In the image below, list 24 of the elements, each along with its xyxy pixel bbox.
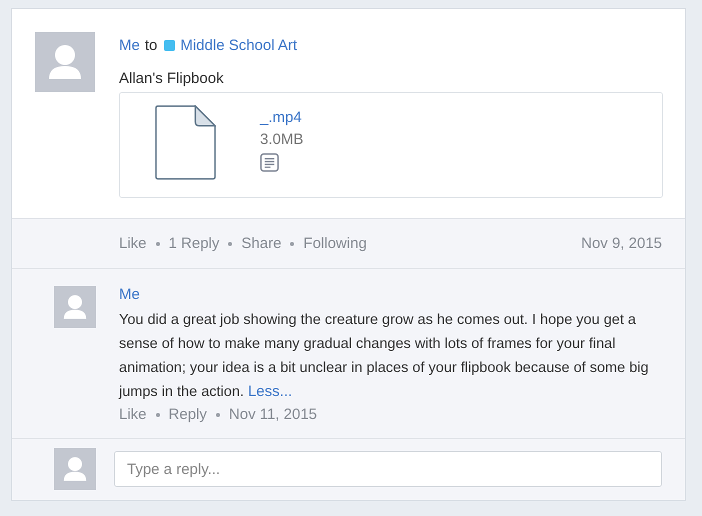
- reply-field[interactable]: Type a reply...: [114, 451, 662, 487]
- comment-text: You did a great job showing the creature grow as he comes out. I hope you get a sense of how to make many gradual changes with lots of frames for your final animation; your idea is a bit unclear in places of your flipbook because of some big jumps in the action. Less...: [119, 311, 650, 402]
- comment-date: Nov 11, 2015: [228, 406, 318, 423]
- document-icon[interactable]: [260, 153, 279, 172]
- action-link[interactable]: Following: [303, 235, 367, 252]
- action-link[interactable]: Like: [119, 235, 147, 252]
- comment-author-link[interactable]: Me: [119, 286, 140, 303]
- to-text: to: [144, 37, 158, 54]
- less-link[interactable]: Less...: [248, 383, 292, 400]
- group-link[interactable]: Middle School Art: [180, 37, 298, 54]
- file-size: 3.0MB: [260, 131, 304, 148]
- avatar-icon: [54, 448, 96, 490]
- avatar-icon: [54, 286, 96, 328]
- action-link[interactable]: 1 Reply: [168, 235, 220, 252]
- avatar-icon: [35, 32, 95, 92]
- file-link[interactable]: _.mp4: [260, 109, 302, 126]
- file-icon: [155, 105, 216, 180]
- group-square-icon: [164, 40, 176, 51]
- action-link[interactable]: Share: [241, 235, 282, 252]
- post-date: Nov 9, 2015: [581, 235, 662, 252]
- action-link[interactable]: Reply: [168, 406, 207, 423]
- author-link[interactable]: Me: [119, 37, 140, 54]
- post-title: Allan's Flipbook: [119, 70, 225, 87]
- action-link[interactable]: Like: [119, 406, 147, 423]
